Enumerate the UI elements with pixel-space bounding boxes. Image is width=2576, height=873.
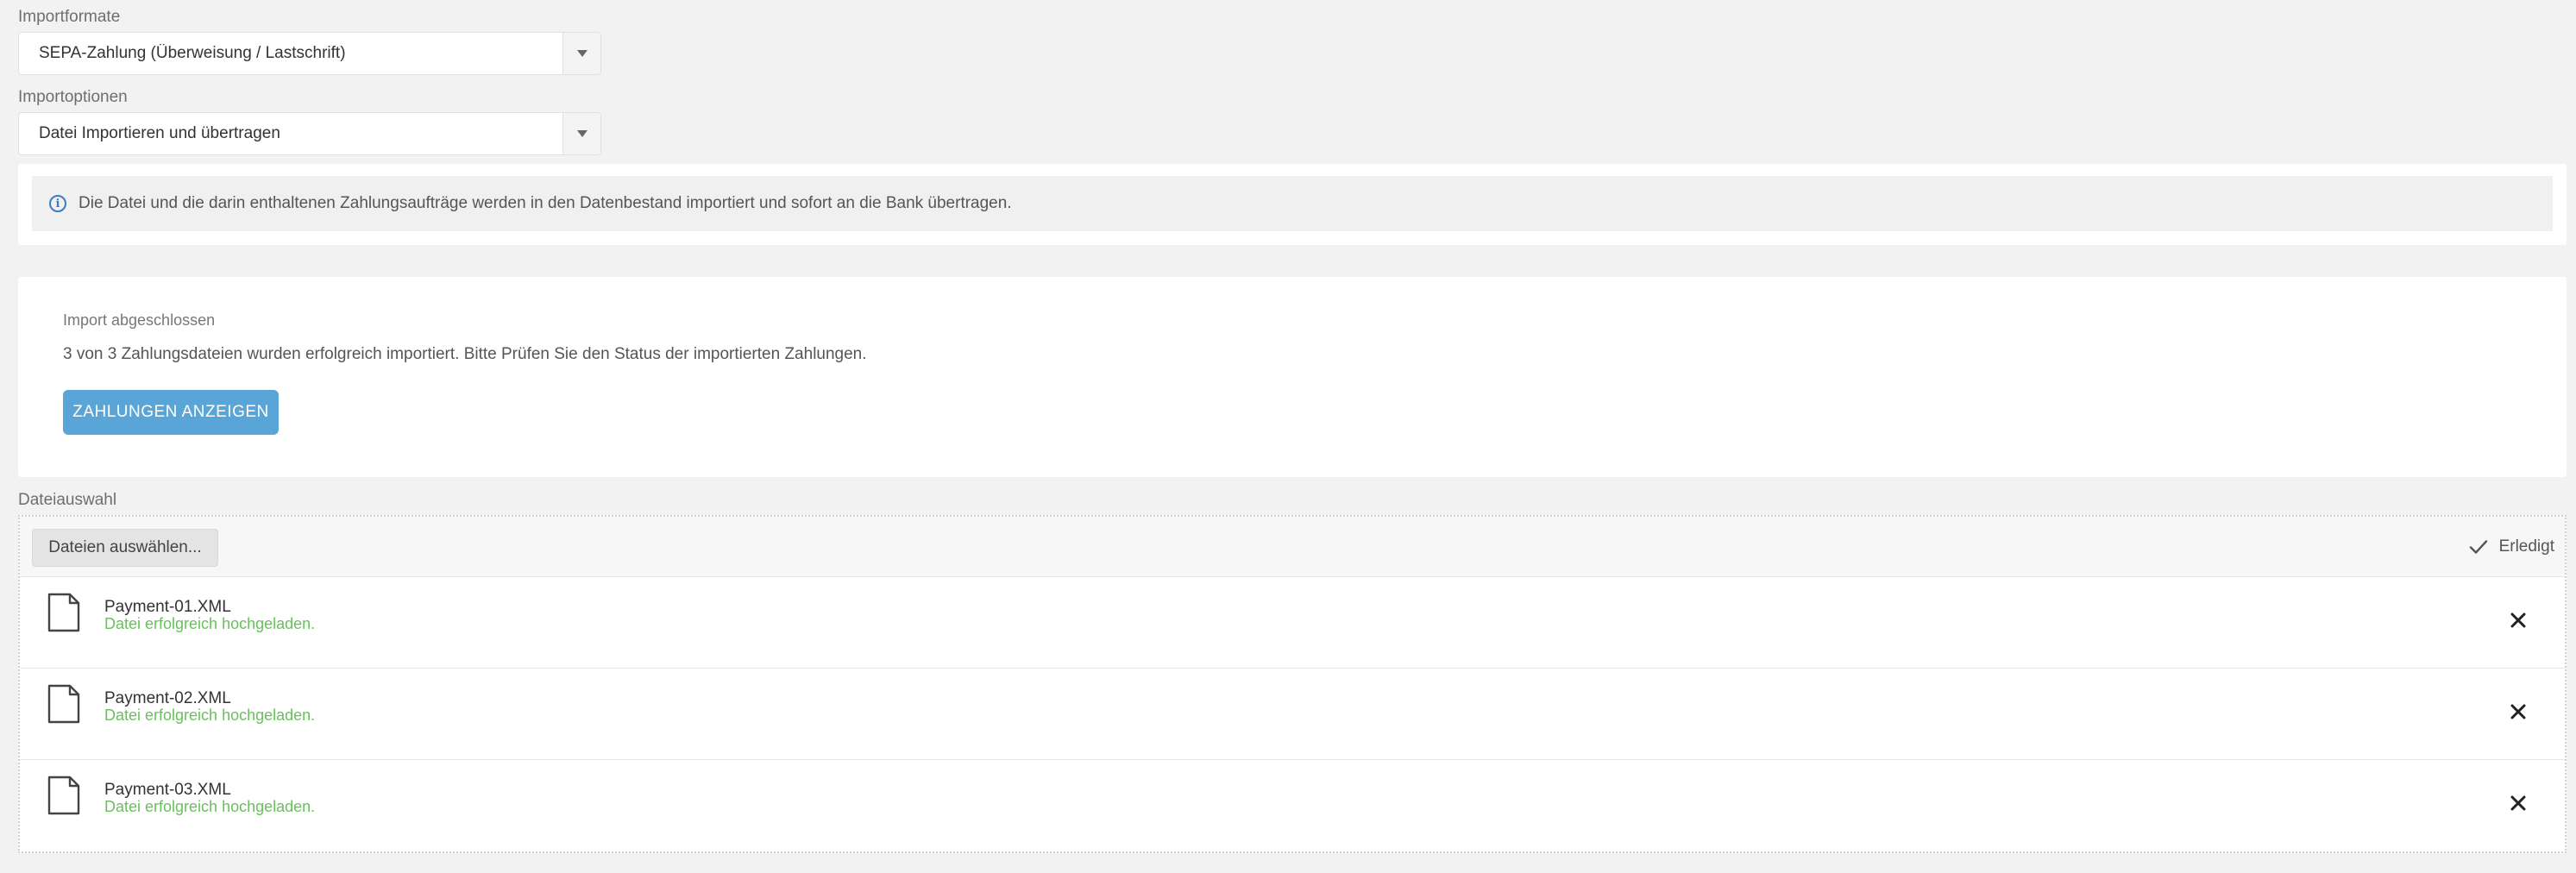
import-format-value: SEPA-Zahlung (Überweisung / Lastschrift) <box>39 44 346 62</box>
remove-file-button[interactable] <box>2506 700 2530 724</box>
file-icon <box>47 684 80 724</box>
file-status: Datei erfolgreich hochgeladen. <box>104 707 316 724</box>
file-icon <box>47 593 80 632</box>
file-status: Datei erfolgreich hochgeladen. <box>104 798 316 815</box>
import-options-label: Importoptionen <box>18 88 128 106</box>
remove-file-button[interactable] <box>2506 608 2530 632</box>
file-icon <box>47 776 80 815</box>
remove-file-button[interactable] <box>2506 791 2530 815</box>
file-selection-label: Dateiauswahl <box>18 491 117 509</box>
dropdown-arrow-icon[interactable] <box>562 113 600 154</box>
info-text: Die Datei und die darin enthaltenen Zahl… <box>79 194 1012 212</box>
file-name: Payment-02.XML <box>104 689 231 707</box>
select-files-button[interactable]: Dateien auswählen... <box>32 529 218 567</box>
file-row: Payment-01.XML Datei erfolgreich hochgel… <box>20 577 2565 669</box>
close-icon <box>2510 612 2526 628</box>
result-message: 3 von 3 Zahlungsdateien wurden erfolgrei… <box>63 345 867 363</box>
file-row: Payment-03.XML Datei erfolgreich hochgel… <box>20 760 2565 851</box>
upload-toolbar: Dateien auswählen... Erledigt <box>20 517 2565 577</box>
file-status: Datei erfolgreich hochgeladen. <box>104 615 316 632</box>
done-label: Erledigt <box>2498 537 2554 556</box>
import-options-value: Datei Importieren und übertragen <box>39 124 280 142</box>
file-name: Payment-01.XML <box>104 598 231 616</box>
dropdown-arrow-icon[interactable] <box>562 33 600 74</box>
info-box: i Die Datei und die darin enthaltenen Za… <box>32 176 2553 231</box>
check-icon <box>2469 540 2487 554</box>
import-format-label: Importformate <box>18 8 121 26</box>
info-circle-icon: i <box>49 195 66 212</box>
import-format-select[interactable]: SEPA-Zahlung (Überweisung / Lastschrift) <box>18 32 601 75</box>
import-page: Importformate SEPA-Zahlung (Überweisung … <box>0 0 2576 873</box>
close-icon <box>2510 795 2526 811</box>
import-options-select[interactable]: Datei Importieren und übertragen <box>18 112 601 155</box>
file-row: Payment-02.XML Datei erfolgreich hochgel… <box>20 669 2565 760</box>
show-payments-button[interactable]: ZAHLUNGEN ANZEIGEN <box>63 390 279 435</box>
info-card: i Die Datei und die darin enthaltenen Za… <box>18 164 2567 245</box>
import-result-card: Import abgeschlossen 3 von 3 Zahlungsdat… <box>18 277 2567 477</box>
result-title: Import abgeschlossen <box>63 311 216 329</box>
close-icon <box>2510 704 2526 719</box>
file-name: Payment-03.XML <box>104 781 231 799</box>
file-upload-box: Dateien auswählen... Erledigt Payment-01… <box>18 515 2567 853</box>
upload-done-status: Erledigt <box>2468 517 2554 577</box>
